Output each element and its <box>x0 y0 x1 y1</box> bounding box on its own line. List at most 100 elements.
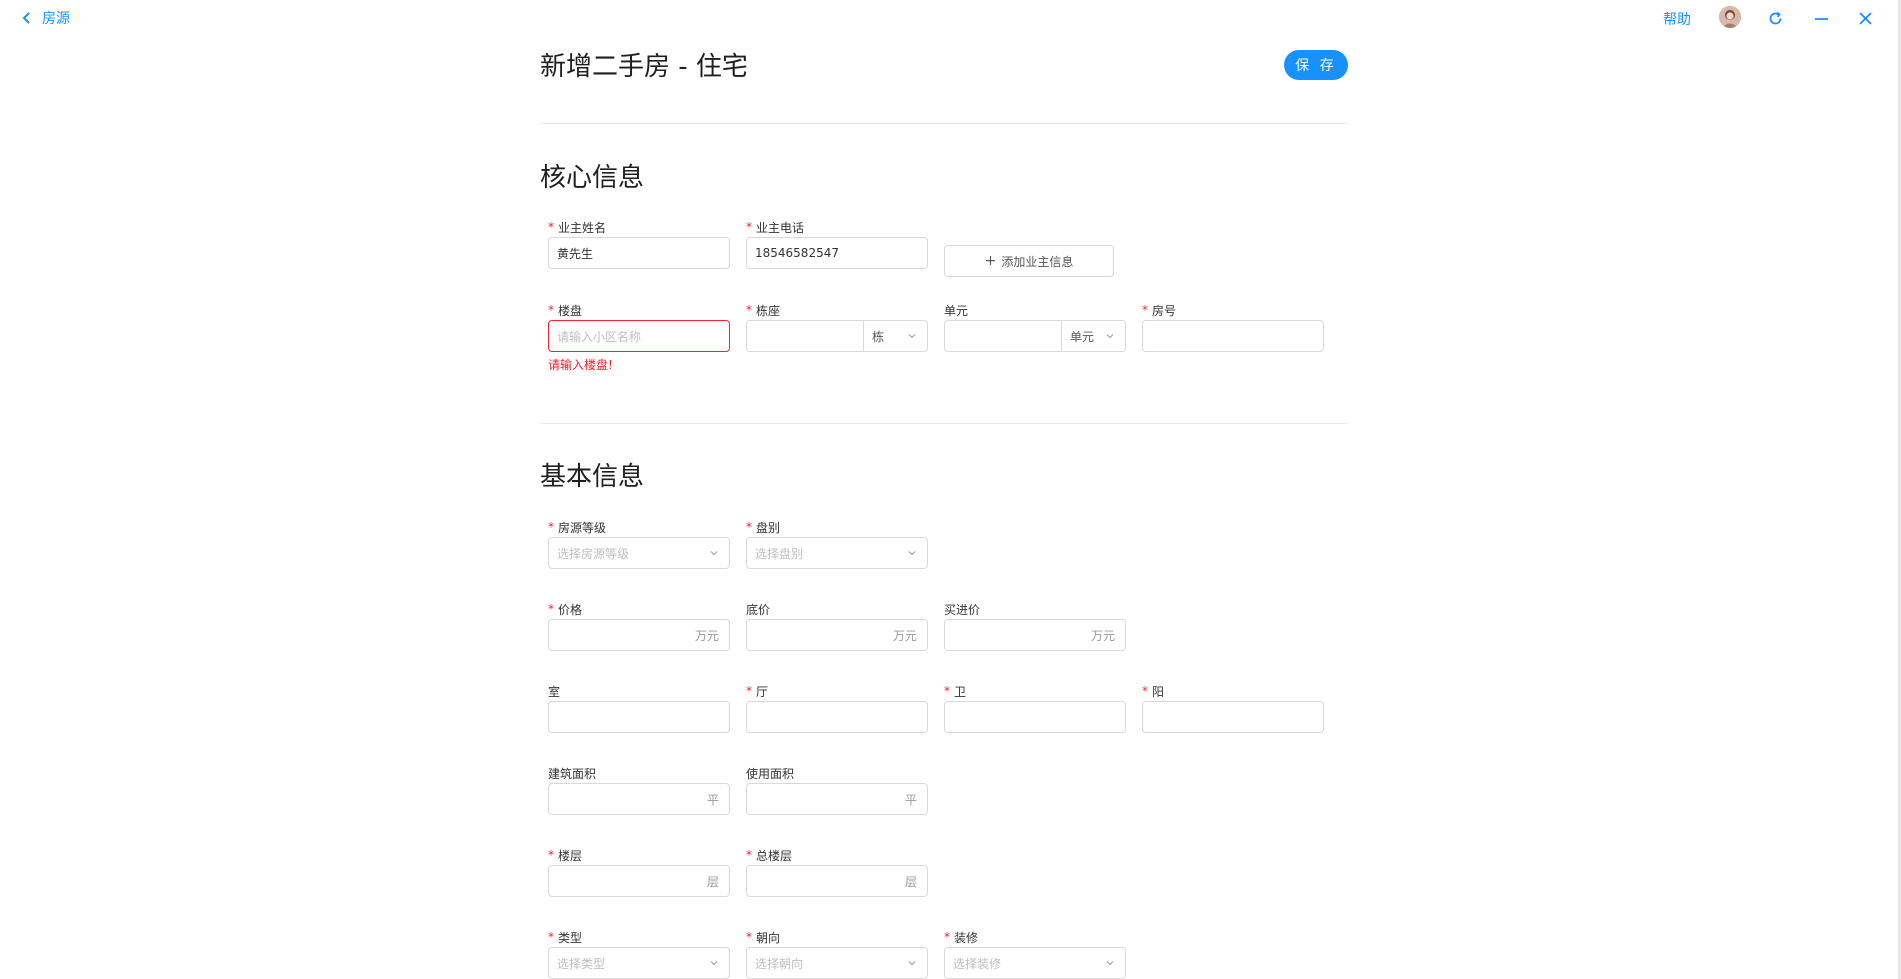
building-unit-select[interactable]: 栋 <box>863 321 927 351</box>
chevron-down-icon <box>908 551 916 556</box>
chevron-down-icon <box>710 961 718 966</box>
type-select[interactable]: 选择类型 <box>548 947 730 979</box>
required-mark: * <box>548 848 554 862</box>
required-mark: * <box>548 602 554 616</box>
avatar[interactable] <box>1719 6 1741 28</box>
required-mark: * <box>944 684 950 698</box>
balcony-label: 阳 <box>1152 684 1165 699</box>
required-mark: * <box>746 303 752 317</box>
owner-phone-input[interactable]: 18546582547 <box>746 237 928 269</box>
required-mark: * <box>1142 684 1148 698</box>
disk-label: 盘别 <box>756 520 781 535</box>
unit-field: 单元 单元 <box>944 302 1126 352</box>
type-field: * 类型 选择类型 <box>548 929 730 979</box>
use-area-input[interactable]: 平 <box>746 783 928 815</box>
required-mark: * <box>548 303 554 317</box>
building-input[interactable]: 栋 <box>746 320 928 352</box>
floor-price-input[interactable]: 万元 <box>746 619 928 651</box>
chevron-down-icon <box>1106 961 1114 966</box>
disk-field: * 盘别 选择盘别 <box>746 519 928 569</box>
close-icon[interactable] <box>1855 8 1875 28</box>
type-label: 类型 <box>558 930 583 945</box>
unit-suffix-select[interactable]: 单元 <box>1061 321 1125 351</box>
estate-field: * 楼盘 请输入小区名称 请输入楼盘! <box>548 302 730 372</box>
estate-error-message: 请输入楼盘! <box>548 358 613 372</box>
floor-price-field: 底价 万元 <box>746 601 928 651</box>
use-area-label: 使用面积 <box>746 766 795 781</box>
section-title-core: 核心信息 <box>540 163 645 193</box>
chevron-down-icon <box>1106 334 1114 339</box>
orientation-label: 朝向 <box>756 930 781 945</box>
bath-label: 卫 <box>954 684 967 699</box>
chevron-left-icon <box>22 12 30 24</box>
help-link[interactable]: 帮助 <box>1663 9 1691 29</box>
total-floor-field: * 总楼层 层 <box>746 847 928 897</box>
required-mark: * <box>746 930 752 944</box>
floor-price-label: 底价 <box>746 602 771 617</box>
hall-input[interactable] <box>746 701 928 733</box>
decoration-select[interactable]: 选择装修 <box>944 947 1126 979</box>
room-count-field: 室 <box>548 683 730 733</box>
room-number-input[interactable] <box>1142 320 1324 352</box>
required-mark: * <box>1142 303 1148 317</box>
total-floor-input[interactable]: 层 <box>746 865 928 897</box>
floor-input[interactable]: 层 <box>548 865 730 897</box>
required-mark: * <box>746 684 752 698</box>
owner-phone-label: 业主电话 <box>756 220 805 235</box>
bath-field: * 卫 <box>944 683 1126 733</box>
bath-input[interactable] <box>944 701 1126 733</box>
estate-input[interactable]: 请输入小区名称 <box>548 320 730 352</box>
required-mark: * <box>548 220 554 234</box>
required-mark: * <box>746 848 752 862</box>
room-number-label: 房号 <box>1152 303 1177 318</box>
refresh-icon[interactable] <box>1765 8 1785 28</box>
owner-name-field: * 业主姓名 黄先生 <box>548 219 730 269</box>
page-title: 新增二手房 - 住宅 <box>540 52 748 82</box>
disk-select[interactable]: 选择盘别 <box>746 537 928 569</box>
build-area-field: 建筑面积 平 <box>548 765 730 815</box>
decoration-field: * 装修 选择装修 <box>944 929 1126 979</box>
grade-label: 房源等级 <box>558 520 607 535</box>
price-label: 价格 <box>558 602 583 617</box>
section-title-basic: 基本信息 <box>540 462 645 492</box>
add-owner-button[interactable]: + 添加业主信息 <box>944 245 1114 277</box>
orientation-select[interactable]: 选择朝向 <box>746 947 928 979</box>
add-owner-label: 添加业主信息 <box>1001 254 1074 269</box>
use-area-field: 使用面积 平 <box>746 765 928 815</box>
building-field: * 栋座 栋 <box>746 302 928 352</box>
hall-field: * 厅 <box>746 683 928 733</box>
divider <box>540 423 1348 424</box>
grade-field: * 房源等级 选择房源等级 <box>548 519 730 569</box>
owner-name-input[interactable]: 黄先生 <box>548 237 730 269</box>
hall-label: 厅 <box>756 684 769 699</box>
price-input[interactable]: 万元 <box>548 619 730 651</box>
required-mark: * <box>746 220 752 234</box>
chevron-down-icon <box>710 551 718 556</box>
build-area-input[interactable]: 平 <box>548 783 730 815</box>
room-count-input[interactable] <box>548 701 730 733</box>
avatar-image-icon <box>1719 6 1741 28</box>
unit-label: 单元 <box>944 303 969 318</box>
required-mark: * <box>944 930 950 944</box>
unit-input[interactable]: 单元 <box>944 320 1126 352</box>
minimize-icon[interactable] <box>1811 8 1831 28</box>
buy-price-field: 买进价 万元 <box>944 601 1126 651</box>
back-link[interactable]: 房源 <box>20 8 70 28</box>
decoration-label: 装修 <box>954 930 979 945</box>
balcony-input[interactable] <box>1142 701 1324 733</box>
required-mark: * <box>548 520 554 534</box>
required-mark: * <box>548 930 554 944</box>
divider <box>540 123 1348 124</box>
buy-price-label: 买进价 <box>944 602 981 617</box>
floor-field: * 楼层 层 <box>548 847 730 897</box>
orientation-field: * 朝向 选择朝向 <box>746 929 928 979</box>
total-floor-label: 总楼层 <box>756 848 793 863</box>
price-field: * 价格 万元 <box>548 601 730 651</box>
floor-label: 楼层 <box>558 848 583 863</box>
grade-select[interactable]: 选择房源等级 <box>548 537 730 569</box>
back-label: 房源 <box>42 11 70 27</box>
estate-label: 楼盘 <box>558 303 583 318</box>
save-button[interactable]: 保 存 <box>1284 50 1348 80</box>
build-area-label: 建筑面积 <box>548 766 597 781</box>
buy-price-input[interactable]: 万元 <box>944 619 1126 651</box>
